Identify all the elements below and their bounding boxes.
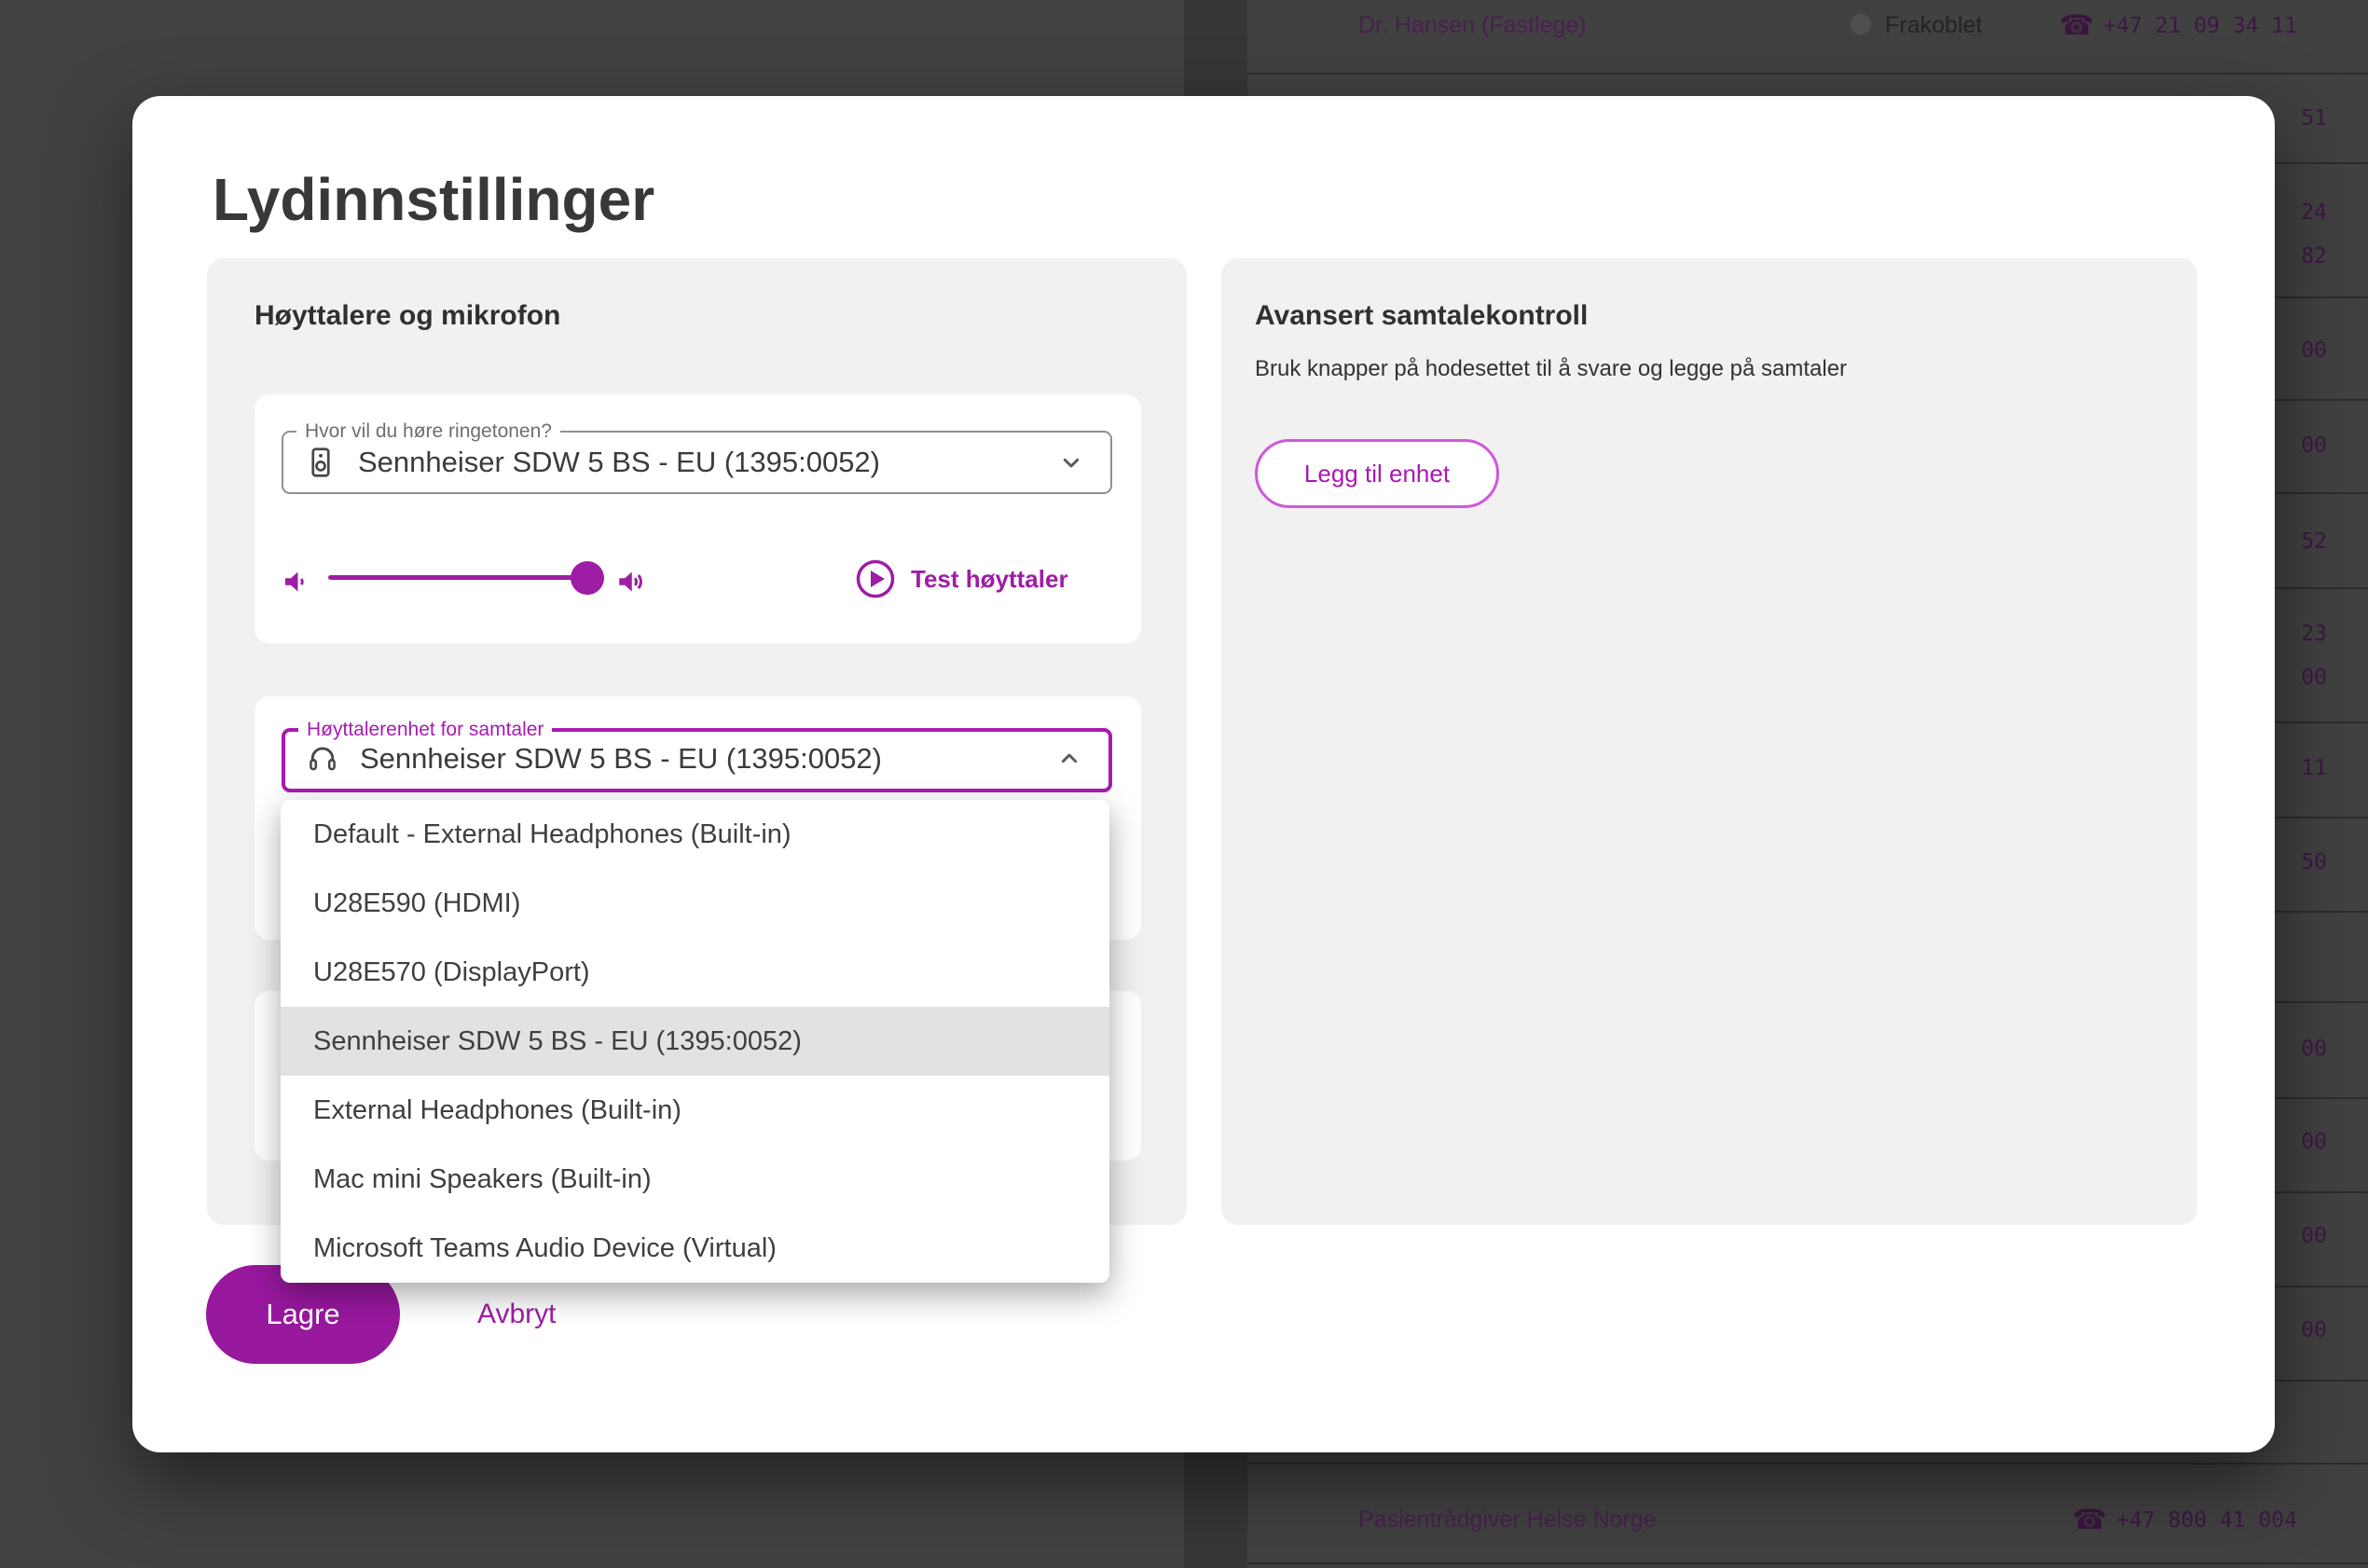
partial-phone-number: 11 — [2301, 756, 2327, 780]
partial-phone-number: 50 — [2301, 850, 2327, 874]
partial-phone-number: 00 — [2301, 433, 2327, 458]
advanced-panel-heading: Avansert samtalekontroll — [1255, 300, 1588, 332]
cancel-button[interactable]: Avbryt — [477, 1299, 556, 1330]
partial-phone-number: 52 — [2301, 530, 2327, 554]
ringtone-device-select[interactable]: Hvor vil du høre ringetonen? Sennheiser … — [282, 421, 1112, 494]
chevron-up-icon[interactable] — [1054, 744, 1084, 774]
sound-settings-dialog: Lydinnstillinger Høyttalere og mikrofon … — [132, 96, 2275, 1452]
menu-item-device[interactable]: Microsoft Teams Audio Device (Virtual) — [281, 1214, 1109, 1283]
headset-icon — [306, 742, 339, 776]
advanced-panel-description: Bruk knapper på hodesettet til å svare o… — [1255, 356, 1847, 382]
partial-phone-number: 23 — [2301, 622, 2327, 646]
speakers-panel-heading: Høyttalere og mikrofon — [255, 300, 560, 332]
row-divider — [1247, 73, 2368, 75]
menu-item-device[interactable]: External Headphones (Built-in) — [281, 1076, 1109, 1145]
speaker-icon — [304, 446, 337, 479]
play-circle-icon — [855, 558, 896, 599]
volume-slider-thumb[interactable] — [571, 561, 604, 595]
ringtone-card: Hvor vil du høre ringetonen? Sennheiser … — [255, 394, 1141, 643]
device-dropdown-menu: Default - External Headphones (Built-in)… — [281, 800, 1109, 1283]
advanced-call-panel: Avansert samtalekontroll Bruk knapper på… — [1221, 258, 2197, 1225]
partial-phone-number: 00 — [2301, 1130, 2327, 1154]
phone-icon: ☎ — [2059, 9, 2094, 42]
menu-item-device-selected[interactable]: Sennheiser SDW 5 BS - EU (1395:0052) — [281, 1007, 1109, 1076]
partial-phone-number: 00 — [2301, 338, 2327, 363]
contact-phone-row: ☎ +47 800 41 004 — [2072, 1504, 2297, 1536]
menu-item-device[interactable]: U28E590 (HDMI) — [281, 869, 1109, 938]
call-speaker-select-label: Høyttalerenhet for samtaler — [307, 719, 544, 740]
status-dot-icon — [1851, 14, 1871, 34]
volume-up-icon — [614, 565, 648, 598]
test-speaker-label: Test høyttaler — [911, 565, 1068, 594]
contact-status: Frakoblet — [1885, 12, 1982, 39]
partial-phone-number: 00 — [2301, 1037, 2327, 1061]
dialog-title: Lydinnstillinger — [213, 165, 654, 234]
volume-low-icon — [280, 565, 313, 598]
menu-item-device[interactable]: Default - External Headphones (Built-in) — [281, 800, 1109, 869]
contact-phone: +47 21 09 34 11 — [2103, 14, 2297, 38]
contact-name: Dr. Hansen (Fastlege) — [1358, 12, 1587, 39]
call-speaker-select-value: Sennheiser SDW 5 BS - EU (1395:0052) — [360, 742, 882, 776]
chevron-down-icon[interactable] — [1056, 447, 1086, 477]
row-divider — [1247, 1562, 2368, 1564]
contact-phone: +47 800 41 004 — [2116, 1508, 2297, 1533]
contact-phone-row: ☎ +47 21 09 34 11 — [2059, 9, 2297, 42]
ringtone-select-value: Sennheiser SDW 5 BS - EU (1395:0052) — [358, 446, 880, 479]
partial-phone-number: 00 — [2301, 666, 2327, 690]
partial-phone-number: 24 — [2301, 200, 2327, 225]
contact-name: Pasientrådgiver Helse Norge — [1358, 1506, 1657, 1534]
partial-phone-number: 00 — [2301, 1318, 2327, 1342]
add-device-button[interactable]: Legg til enhet — [1255, 439, 1499, 508]
row-divider — [1247, 1463, 2368, 1465]
call-speaker-select[interactable]: Høyttalerenhet for samtaler Sennheiser S… — [282, 720, 1112, 792]
menu-item-device[interactable]: U28E570 (DisplayPort) — [281, 938, 1109, 1007]
menu-item-device[interactable]: Mac mini Speakers (Built-in) — [281, 1145, 1109, 1214]
ringtone-select-label: Hvor vil du høre ringetonen? — [305, 420, 552, 442]
partial-phone-number: 51 — [2301, 106, 2327, 131]
volume-slider-track[interactable] — [328, 575, 587, 580]
partial-phone-number: 82 — [2301, 244, 2327, 268]
partial-phone-number: 00 — [2301, 1224, 2327, 1248]
phone-icon: ☎ — [2072, 1504, 2107, 1536]
test-speaker-button[interactable]: Test høyttaler — [855, 558, 1068, 599]
